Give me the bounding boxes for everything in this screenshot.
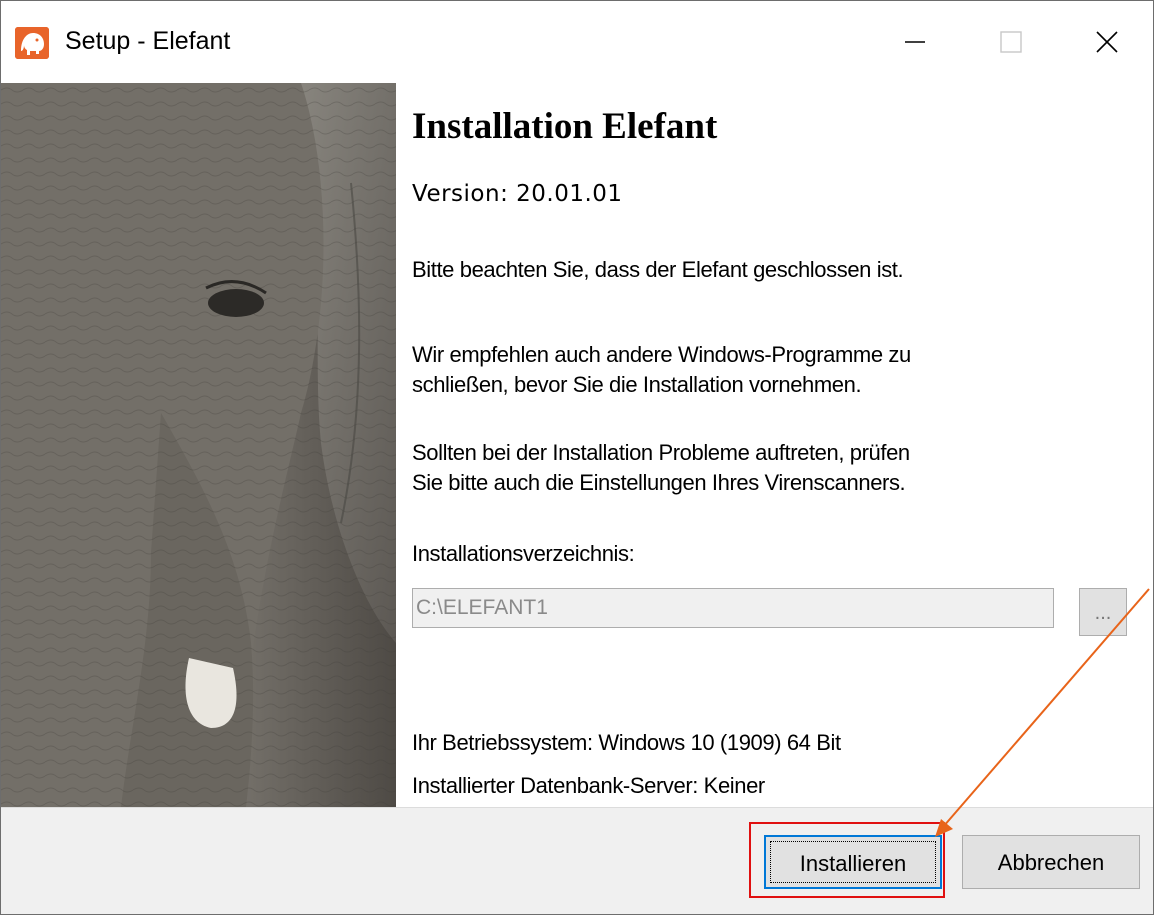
problems-text: Sollten bei der Installation Probleme au… [412,438,1032,498]
install-button[interactable]: Installieren [764,835,942,889]
browse-button[interactable]: ... [1079,588,1127,636]
close-icon [1096,31,1118,53]
close-button[interactable] [1059,1,1153,83]
minimize-icon [905,41,925,43]
page-title: Installation Elefant [412,106,718,147]
recommendation-line-2: schließen, bevor Sie die Installation vo… [412,372,862,397]
elephant-app-icon [15,27,49,59]
cancel-button[interactable]: Abbrechen [962,835,1140,889]
window-title: Setup - Elefant [65,27,231,55]
content-panel: Installation Elefant Version: 20.01.01 B… [396,83,1153,807]
problems-line-1: Sollten bei der Installation Probleme au… [412,440,910,465]
title-bar[interactable]: Setup - Elefant [1,1,1153,83]
maximize-icon [1000,31,1022,53]
db-server-info: Installierter Datenbank-Server: Keiner [412,773,765,798]
closed-notice: Bitte beachten Sie, dass der Elefant ges… [412,257,904,282]
minimize-button[interactable] [867,1,963,83]
os-info: Ihr Betriebssystem: Windows 10 (1909) 64… [412,730,841,755]
button-bar: Installieren Abbrechen [1,807,1153,914]
problems-line-2: Sie bitte auch die Einstellungen Ihres V… [412,470,906,495]
recommendation-text: Wir empfehlen auch andere Windows-Progra… [412,340,1032,400]
install-dir-field[interactable] [412,588,1054,628]
setup-window: Setup - Elefant Installation Elefant Ver… [0,0,1154,915]
recommendation-line-1: Wir empfehlen auch andere Windows-Progra… [412,342,911,367]
maximize-button[interactable] [963,1,1059,83]
version-label: Version: 20.01.01 [412,181,623,207]
focus-rect [770,841,936,883]
install-dir-label: Installationsverzeichnis: [412,541,635,566]
elephant-banner-image [1,83,396,807]
